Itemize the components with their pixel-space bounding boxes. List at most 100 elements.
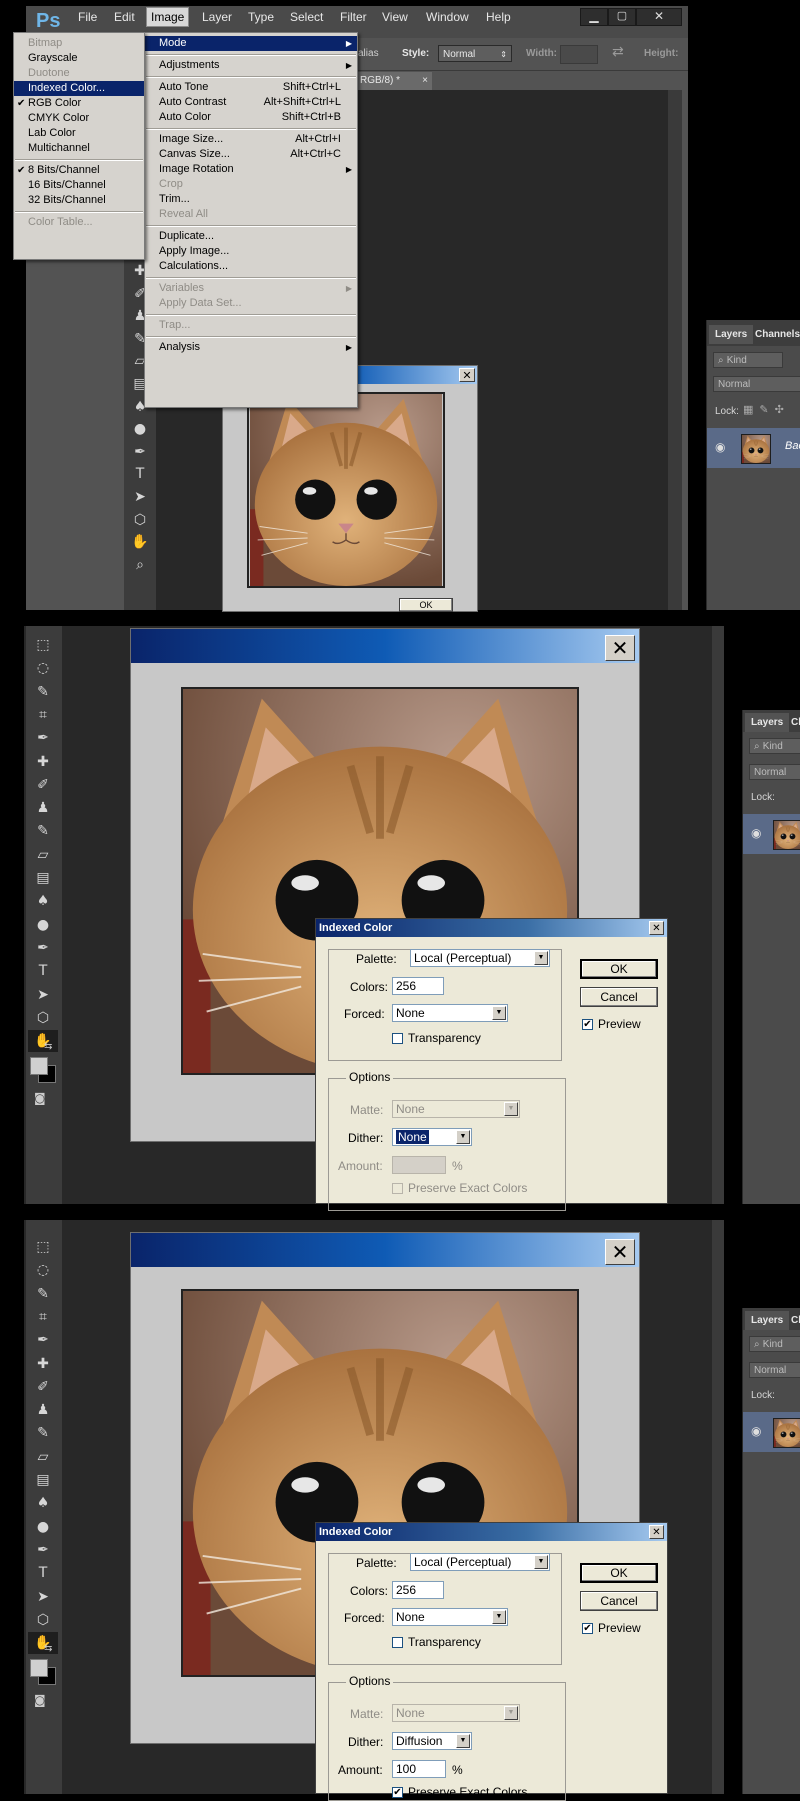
crop-icon[interactable]: ⌗: [28, 1306, 58, 1328]
ok-button[interactable]: OK: [580, 959, 658, 979]
transparency-checkbox[interactable]: [392, 1637, 403, 1648]
maximize-button[interactable]: ▢: [608, 8, 636, 26]
menu-item-rgb-color[interactable]: RGB Color ✔: [14, 96, 144, 111]
eraser-icon[interactable]: ▱: [28, 844, 58, 866]
foreground-color-swatch[interactable]: [30, 1057, 48, 1075]
swap-colors-icon[interactable]: ⇆: [44, 1643, 52, 1654]
close-window-button[interactable]: ✕: [636, 8, 682, 26]
scrollbar[interactable]: [712, 626, 724, 1204]
shape-icon[interactable]: ⬡: [28, 1609, 58, 1631]
stamp-icon[interactable]: ♟: [28, 797, 58, 819]
dodge-icon[interactable]: ●: [125, 418, 155, 440]
menu-item-multichannel[interactable]: Multichannel: [14, 141, 144, 156]
crop-icon[interactable]: ⌗: [28, 704, 58, 726]
style-select[interactable]: Normal ⇕: [438, 45, 512, 62]
menu-item-32-bits-channel[interactable]: 32 Bits/Channel: [14, 193, 144, 208]
lasso-icon[interactable]: ◌: [28, 657, 58, 679]
menu-type[interactable]: Type: [244, 8, 278, 26]
tab-channels[interactable]: Ch: [785, 713, 800, 732]
menu-filter[interactable]: Filter: [336, 8, 371, 26]
dither-select[interactable]: None ▼: [392, 1128, 472, 1146]
type-icon[interactable]: T: [28, 1562, 58, 1584]
pen-icon[interactable]: ✒: [125, 441, 155, 463]
marquee-icon[interactable]: ⬚: [28, 1236, 58, 1258]
cancel-button[interactable]: Cancel: [580, 987, 658, 1007]
gradient-icon[interactable]: ▤: [28, 867, 58, 889]
zoom-icon[interactable]: ⌕: [125, 554, 155, 576]
eraser-icon[interactable]: ▱: [28, 1446, 58, 1468]
menu-help[interactable]: Help: [482, 8, 515, 26]
cancel-button[interactable]: Cancel: [580, 1591, 658, 1611]
minimize-button[interactable]: ▁: [580, 8, 608, 26]
eye-icon[interactable]: ◉: [751, 1424, 761, 1438]
menu-item-mode[interactable]: Mode ▶: [145, 36, 357, 51]
dialog-close-button[interactable]: ✕: [649, 921, 664, 935]
palette-select[interactable]: Local (Perceptual) ▼: [410, 949, 550, 967]
history-brush-icon[interactable]: ✎: [28, 1422, 58, 1444]
forced-select[interactable]: None ▼: [392, 1004, 508, 1022]
menu-item-apply-image[interactable]: Apply Image...: [145, 244, 357, 259]
dialog-close-button[interactable]: ✕: [649, 1525, 664, 1539]
menu-item-auto-tone[interactable]: Auto Tone Shift+Ctrl+L: [145, 80, 357, 95]
menu-item-lab-color[interactable]: Lab Color: [14, 126, 144, 141]
hand-icon[interactable]: ✋: [125, 531, 155, 553]
close-button[interactable]: ✕: [605, 1239, 635, 1265]
document-tab[interactable]: RGB/8) * ×: [356, 72, 432, 90]
menu-file[interactable]: File: [74, 8, 101, 26]
healing-icon[interactable]: ✚: [28, 1353, 58, 1375]
marquee-icon[interactable]: ⬚: [28, 634, 58, 656]
menu-item-16-bits-channel[interactable]: 16 Bits/Channel: [14, 178, 144, 193]
foreground-color-swatch[interactable]: [30, 1659, 48, 1677]
width-input[interactable]: [560, 45, 598, 64]
colors-input[interactable]: 256: [392, 1581, 444, 1599]
healing-icon[interactable]: ✚: [28, 751, 58, 773]
blend-mode-select[interactable]: Normal: [749, 1362, 800, 1378]
gradient-icon[interactable]: ▤: [28, 1469, 58, 1491]
menu-item-auto-contrast[interactable]: Auto Contrast Alt+Shift+Ctrl+L: [145, 95, 357, 110]
lock-icons[interactable]: ▦✎✣: [743, 403, 790, 416]
menu-item-trim[interactable]: Trim...: [145, 192, 357, 207]
menu-item-grayscale[interactable]: Grayscale: [14, 51, 144, 66]
transparency-checkbox[interactable]: [392, 1033, 403, 1044]
type-icon[interactable]: T: [28, 960, 58, 982]
kind-filter[interactable]: ⌕ Kind: [749, 738, 800, 754]
eyedropper-icon[interactable]: ✒: [28, 1329, 58, 1351]
scrollbar[interactable]: [712, 1220, 724, 1794]
quick-select-icon[interactable]: ✎: [28, 1283, 58, 1305]
eyedropper-icon[interactable]: ✒: [28, 727, 58, 749]
menu-select[interactable]: Select: [286, 8, 327, 26]
lasso-icon[interactable]: ◌: [28, 1259, 58, 1281]
layer-row[interactable]: ◉ Bac: [707, 428, 800, 468]
brush-icon[interactable]: ✐: [28, 774, 58, 796]
menu-layer[interactable]: Layer: [198, 8, 236, 26]
kind-filter[interactable]: ⌕ Kind: [713, 352, 783, 368]
ok-button[interactable]: OK: [399, 598, 453, 612]
history-brush-icon[interactable]: ✎: [28, 820, 58, 842]
menu-item-duplicate[interactable]: Duplicate...: [145, 229, 357, 244]
tab-channels[interactable]: Channels: [749, 325, 800, 344]
path-select-icon[interactable]: ➤: [28, 1586, 58, 1608]
menu-item-auto-color[interactable]: Auto Color Shift+Ctrl+B: [145, 110, 357, 125]
shape-icon[interactable]: ⬡: [125, 509, 155, 531]
blend-mode-select[interactable]: Normal: [713, 376, 800, 392]
eye-icon[interactable]: ◉: [751, 826, 761, 840]
menu-view[interactable]: View: [378, 8, 412, 26]
type-icon[interactable]: T: [125, 463, 155, 485]
menu-item-image-size[interactable]: Image Size... Alt+Ctrl+I: [145, 132, 357, 147]
swap-colors-icon[interactable]: ⇆: [44, 1041, 52, 1052]
layer-row[interactable]: ◉: [743, 1412, 800, 1452]
dodge-icon[interactable]: ●: [28, 1516, 58, 1538]
palette-select[interactable]: Local (Perceptual) ▼: [410, 1553, 550, 1571]
menu-item-analysis[interactable]: Analysis ▶: [145, 340, 357, 355]
close-button[interactable]: ✕: [605, 635, 635, 661]
blur-icon[interactable]: ♠: [28, 1492, 58, 1514]
layer-row[interactable]: ◉: [743, 814, 800, 854]
menu-item-indexed-color[interactable]: Indexed Color...: [14, 81, 144, 96]
pen-icon[interactable]: ✒: [28, 1539, 58, 1561]
menu-item-canvas-size[interactable]: Canvas Size... Alt+Ctrl+C: [145, 147, 357, 162]
swap-icon[interactable]: ⇄: [612, 44, 624, 60]
quick-mask-icon[interactable]: ◙: [34, 1091, 46, 1105]
scrollbar[interactable]: [668, 90, 682, 610]
preserve-exact-colors-checkbox[interactable]: ✔: [392, 1787, 403, 1798]
tab-close-icon[interactable]: ×: [422, 72, 428, 90]
